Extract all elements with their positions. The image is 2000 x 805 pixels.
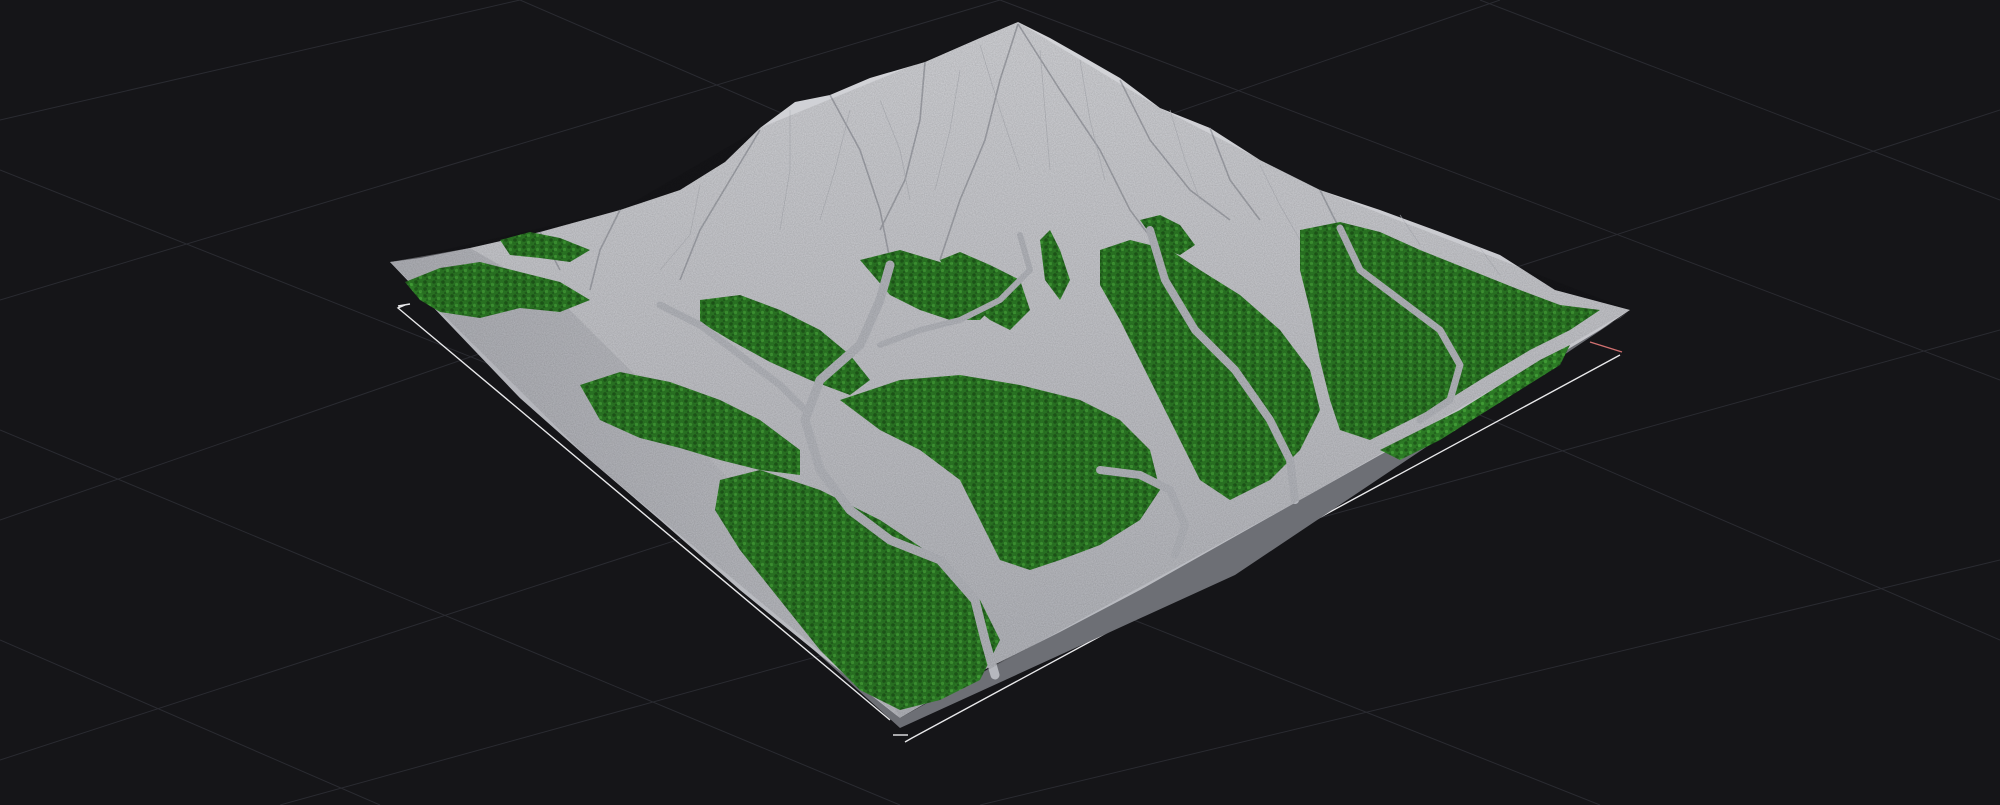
terrain-grain: [390, 22, 1630, 718]
terrain-scene[interactable]: [0, 0, 2000, 805]
terrain-mesh[interactable]: [390, 22, 1630, 728]
3d-viewport[interactable]: [0, 0, 2000, 805]
